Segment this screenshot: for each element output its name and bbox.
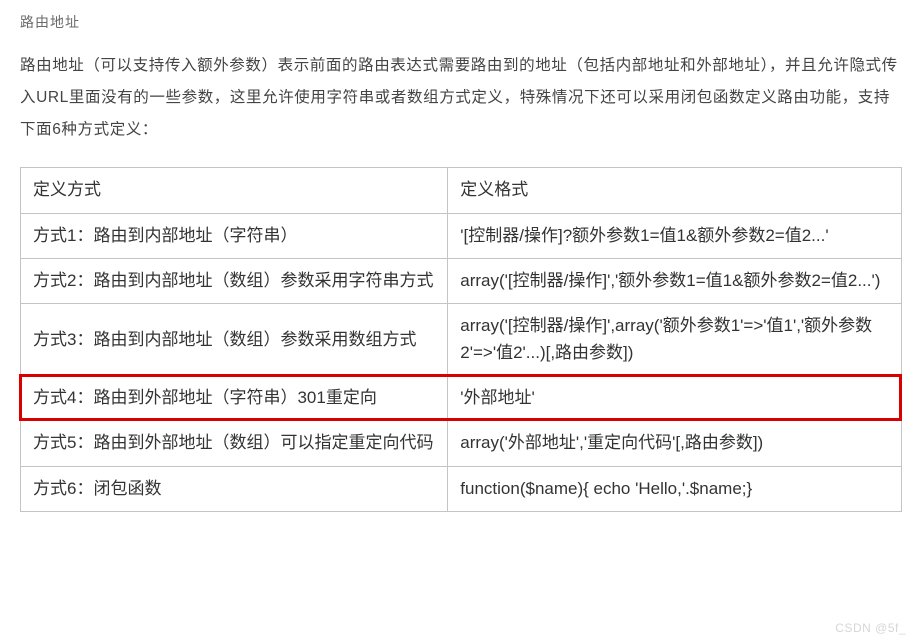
table-row: 方式2：路由到内部地址（数组）参数采用字符串方式array('[控制器/操作]'… (21, 258, 902, 303)
cell-format: array('[控制器/操作]','额外参数1=值1&额外参数2=值2...') (448, 258, 902, 303)
header-format: 定义格式 (448, 168, 902, 213)
cell-format: function($name){ echo 'Hello,'.$name;} (448, 466, 902, 511)
header-method: 定义方式 (21, 168, 448, 213)
table-row: 方式6：闭包函数function($name){ echo 'Hello,'.$… (21, 466, 902, 511)
table-header-row: 定义方式 定义格式 (21, 168, 902, 213)
section-title: 路由地址 (20, 12, 902, 32)
cell-method: 方式4：路由到外部地址（字符串）301重定向 (21, 376, 448, 421)
definition-table: 定义方式 定义格式 方式1：路由到内部地址（字符串）'[控制器/操作]?额外参数… (20, 167, 902, 512)
table-row: 方式5：路由到外部地址（数组）可以指定重定向代码array('外部地址','重定… (21, 421, 902, 466)
cell-format: array('[控制器/操作]',array('额外参数1'=>'值1','额外… (448, 304, 902, 376)
table-row: 方式4：路由到外部地址（字符串）301重定向'外部地址' (21, 376, 902, 421)
cell-method: 方式1：路由到内部地址（字符串） (21, 213, 448, 258)
table-row: 方式1：路由到内部地址（字符串）'[控制器/操作]?额外参数1=值1&额外参数2… (21, 213, 902, 258)
cell-format: '[控制器/操作]?额外参数1=值1&额外参数2=值2...' (448, 213, 902, 258)
cell-method: 方式6：闭包函数 (21, 466, 448, 511)
cell-method: 方式5：路由到外部地址（数组）可以指定重定向代码 (21, 421, 448, 466)
cell-format: array('外部地址','重定向代码'[,路由参数]) (448, 421, 902, 466)
cell-method: 方式3：路由到内部地址（数组）参数采用数组方式 (21, 304, 448, 376)
table-wrapper: 定义方式 定义格式 方式1：路由到内部地址（字符串）'[控制器/操作]?额外参数… (20, 167, 902, 512)
cell-method: 方式2：路由到内部地址（数组）参数采用字符串方式 (21, 258, 448, 303)
table-row: 方式3：路由到内部地址（数组）参数采用数组方式array('[控制器/操作]',… (21, 304, 902, 376)
cell-format: '外部地址' (448, 376, 902, 421)
description-paragraph: 路由地址（可以支持传入额外参数）表示前面的路由表达式需要路由到的地址（包括内部地… (20, 50, 902, 145)
watermark: CSDN @5f_ (835, 621, 906, 635)
